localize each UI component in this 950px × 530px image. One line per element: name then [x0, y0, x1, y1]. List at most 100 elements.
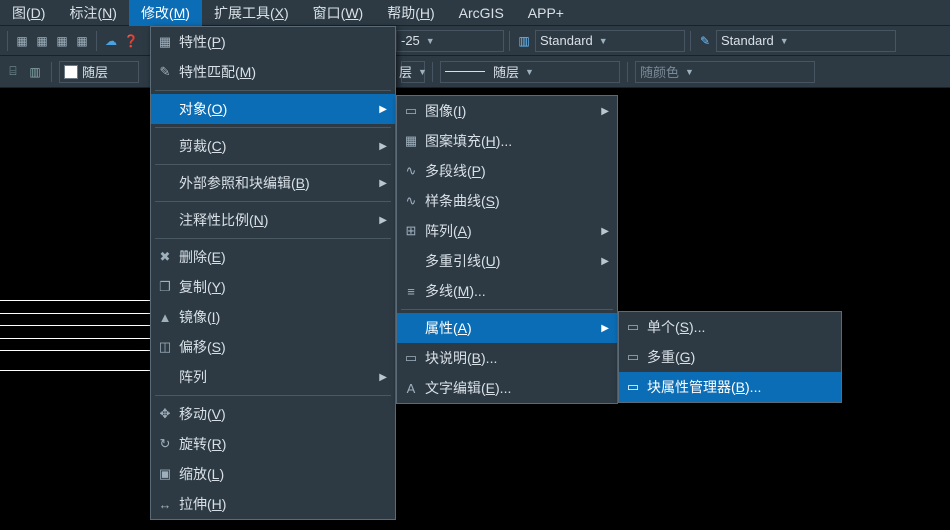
menu-separator — [401, 309, 613, 310]
layer-icon[interactable]: ⌸ — [4, 63, 22, 81]
menu-item-label: 对象(O) — [179, 99, 395, 119]
menu-item[interactable]: ∿样条曲线(S) — [397, 186, 617, 216]
layer-color-drop[interactable]: 随层 — [59, 61, 139, 83]
menu-item-label: 拉伸(H) — [179, 494, 395, 514]
menu-item[interactable]: ✖删除(E) — [151, 242, 395, 272]
submenu-arrow-icon: ▶ — [379, 104, 387, 115]
menu-item[interactable]: ▭多重(G) — [619, 342, 841, 372]
text-style-label: Standard — [540, 33, 593, 48]
menu-item-label: 特性(P) — [179, 32, 395, 52]
dim-style-label: -25 — [401, 33, 420, 48]
standard-icon[interactable]: ▥ — [515, 32, 533, 50]
menu-item[interactable]: A文字编辑(E)... — [397, 373, 617, 403]
menu-item-icon: ⊞ — [397, 223, 425, 239]
lineweight-drop[interactable]: 随层 ▼ — [440, 61, 620, 83]
menu-item-label: 块属性管理器(B)... — [647, 377, 841, 397]
menu-item[interactable]: 外部参照和块编辑(B)▶ — [151, 168, 395, 198]
chevron-down-icon: ▼ — [599, 36, 608, 46]
menu-item-icon: ✎ — [151, 64, 179, 80]
cloud-icon[interactable]: ☁ — [102, 32, 120, 50]
plotstyle-label: 随颜色 — [640, 62, 679, 81]
menu-item-label: 样条曲线(S) — [425, 191, 617, 211]
text-style-drop[interactable]: Standard ▼ — [535, 30, 685, 52]
menu-item-icon: ▭ — [397, 350, 425, 366]
menu-item-icon: ▦ — [397, 133, 425, 149]
menubar-item[interactable]: 修改(M) — [129, 0, 202, 26]
menu-item[interactable]: ▦特性(P) — [151, 27, 395, 57]
menu-item-icon: ↔ — [151, 497, 179, 512]
menu-item[interactable]: ↔拉伸(H) — [151, 489, 395, 519]
menu-item-icon: ▭ — [619, 349, 647, 365]
menu-item[interactable]: ▦图案填充(H)... — [397, 126, 617, 156]
plotstyle-drop[interactable]: 随颜色 ▼ — [635, 61, 815, 83]
color-swatch — [64, 65, 78, 79]
menubar-item[interactable]: 窗口(W) — [301, 0, 376, 26]
submenu-arrow-icon: ▶ — [601, 323, 609, 334]
layer-label: 随层 — [82, 62, 108, 81]
menu-item[interactable]: ▭图像(I)▶ — [397, 96, 617, 126]
submenu-arrow-icon: ▶ — [379, 141, 387, 152]
help-icon[interactable]: ❓ — [122, 32, 140, 50]
menu-item[interactable]: 属性(A)▶ — [397, 313, 617, 343]
menu-item-label: 外部参照和块编辑(B) — [179, 173, 395, 193]
submenu-arrow-icon: ▶ — [601, 256, 609, 267]
menu-item[interactable]: ↻旋转(R) — [151, 429, 395, 459]
menu-item-icon: ▭ — [619, 319, 647, 335]
menu-item-label: 删除(E) — [179, 247, 395, 267]
menu-item-label: 注释性比例(N) — [179, 210, 395, 230]
menu-item[interactable]: 对象(O)▶ — [151, 94, 395, 124]
tool-icon[interactable]: ▦ — [73, 32, 91, 50]
submenu-arrow-icon: ▶ — [379, 215, 387, 226]
menubar-item[interactable]: 帮助(H) — [375, 0, 446, 26]
submenu-arrow-icon: ▶ — [601, 106, 609, 117]
menu-item-label: 多重(G) — [647, 347, 841, 367]
layer-icon[interactable]: ▥ — [26, 63, 44, 81]
menu-item-label: 剪裁(C) — [179, 136, 395, 156]
menu-item[interactable]: ⊞阵列(A)▶ — [397, 216, 617, 246]
menu-item[interactable]: ❐复制(Y) — [151, 272, 395, 302]
menu-item[interactable]: 多重引线(U)▶ — [397, 246, 617, 276]
menu-item[interactable]: 注释性比例(N)▶ — [151, 205, 395, 235]
tool-icon[interactable]: ▦ — [33, 32, 51, 50]
small-drop[interactable]: 层 ▼ — [401, 61, 425, 83]
menu-item-icon: ▣ — [151, 466, 179, 482]
menu-item-label: 图像(I) — [425, 101, 617, 121]
chevron-down-icon: ▼ — [418, 67, 427, 77]
menu-item-label: 多线(M)... — [425, 281, 617, 301]
modify-menu-dropdown: ▦特性(P)✎特性匹配(M)对象(O)▶剪裁(C)▶外部参照和块编辑(B)▶注释… — [150, 26, 396, 520]
table-style-label: Standard — [721, 33, 774, 48]
menu-item[interactable]: ▲镜像(I) — [151, 302, 395, 332]
menu-item-icon: ▭ — [619, 379, 647, 395]
menubar-item[interactable]: 扩展工具(X) — [202, 0, 301, 26]
menubar: 图(D)标注(N)修改(M)扩展工具(X)窗口(W)帮助(H)ArcGISAPP… — [0, 0, 950, 26]
menu-separator — [155, 238, 391, 239]
menu-item-icon: A — [397, 381, 425, 396]
menu-item[interactable]: ✥移动(V) — [151, 399, 395, 429]
menu-item-label: 偏移(S) — [179, 337, 395, 357]
menu-item[interactable]: ✎特性匹配(M) — [151, 57, 395, 87]
menubar-item[interactable]: APP+ — [516, 2, 576, 24]
menu-item[interactable]: ▭单个(S)... — [619, 312, 841, 342]
menu-item[interactable]: ▣缩放(L) — [151, 459, 395, 489]
menubar-item[interactable]: 标注(N) — [57, 0, 128, 26]
menu-item[interactable]: ∿多段线(P) — [397, 156, 617, 186]
menu-item-label: 特性匹配(M) — [179, 62, 395, 82]
submenu-arrow-icon: ▶ — [379, 178, 387, 189]
menubar-item[interactable]: 图(D) — [0, 0, 57, 26]
menu-item[interactable]: ▭块说明(B)... — [397, 343, 617, 373]
standard2-icon[interactable]: ✎ — [696, 32, 714, 50]
tool-icon[interactable]: ▦ — [13, 32, 31, 50]
menu-item[interactable]: ◫偏移(S) — [151, 332, 395, 362]
menu-item-label: 块说明(B)... — [425, 348, 617, 368]
table-style-drop[interactable]: Standard ▼ — [716, 30, 896, 52]
menubar-item[interactable]: ArcGIS — [447, 2, 516, 24]
line-preview — [445, 71, 485, 72]
menu-item[interactable]: 剪裁(C)▶ — [151, 131, 395, 161]
tool-icon[interactable]: ▦ — [53, 32, 71, 50]
menu-item-icon: ✖ — [151, 249, 179, 265]
menu-item-label: 旋转(R) — [179, 434, 395, 454]
menu-item[interactable]: 阵列▶ — [151, 362, 395, 392]
menu-item[interactable]: ▭块属性管理器(B)... — [619, 372, 841, 402]
menu-item[interactable]: ≡多线(M)... — [397, 276, 617, 306]
dimension-style-drop[interactable]: -25 ▼ — [396, 30, 504, 52]
